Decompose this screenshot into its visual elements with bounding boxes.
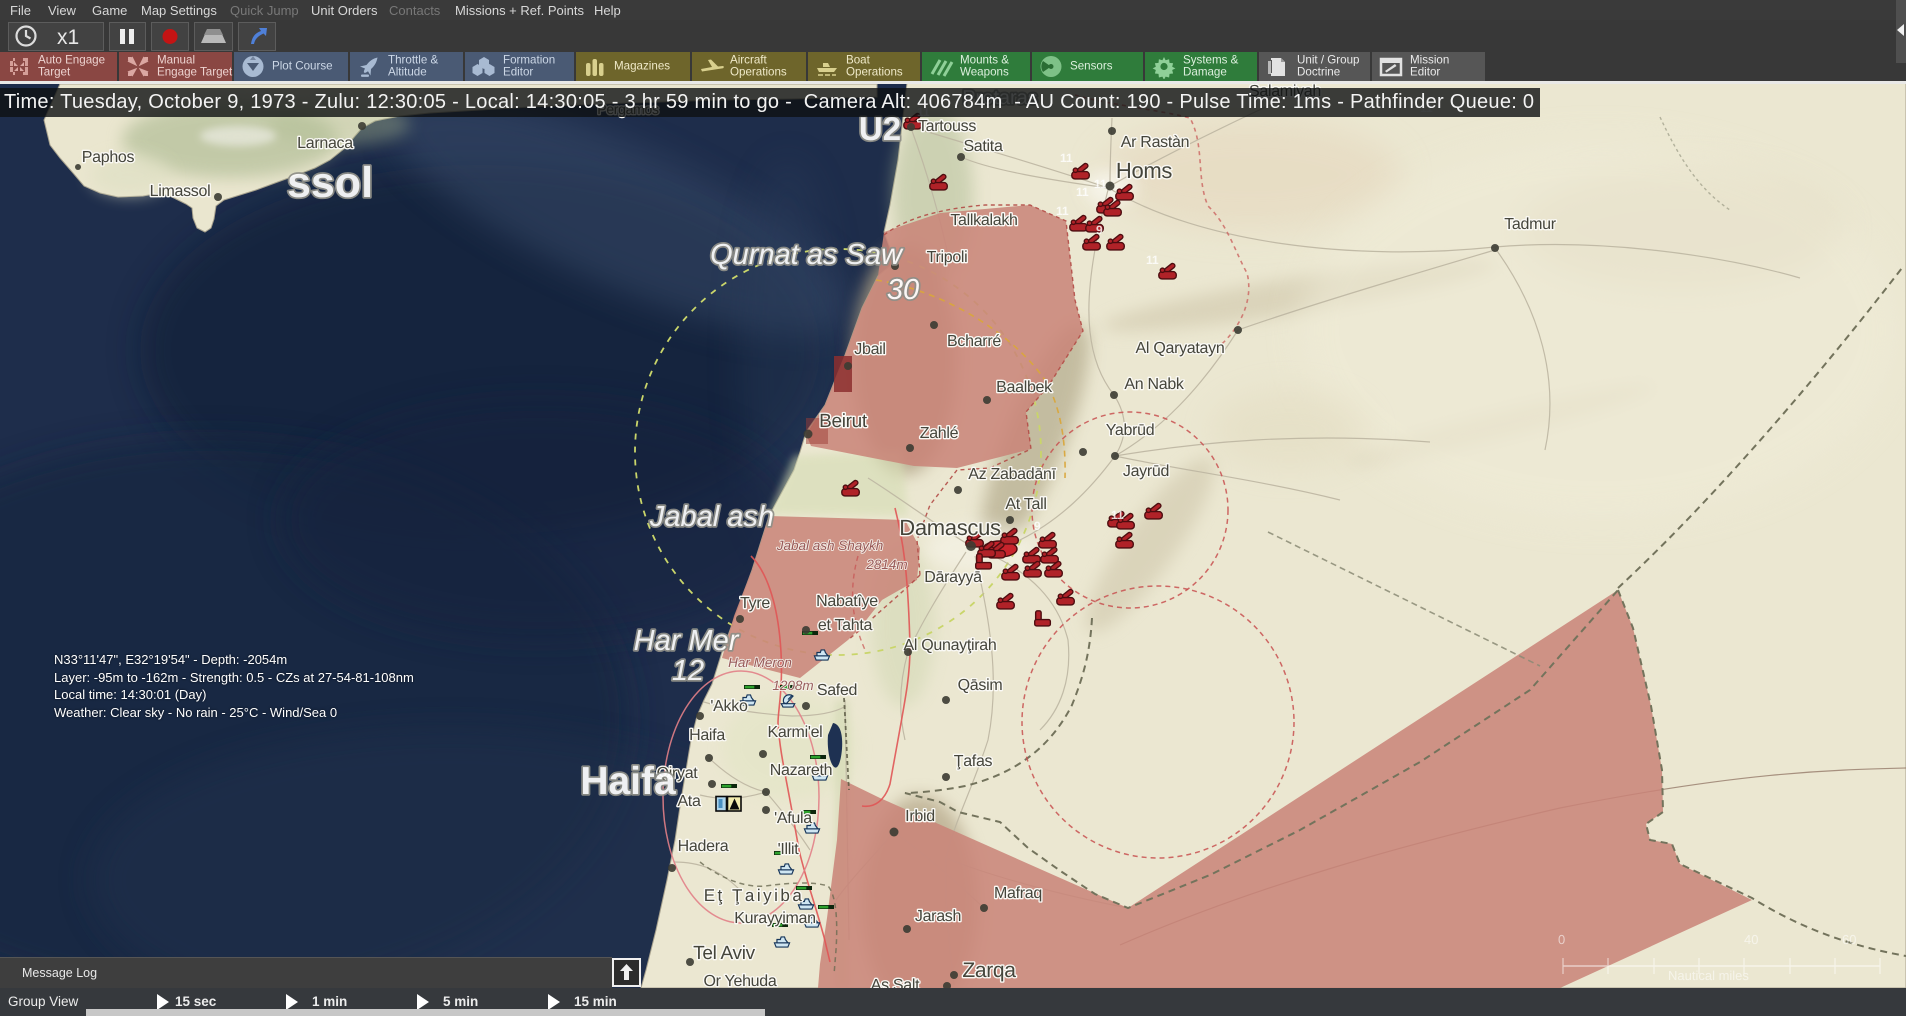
svg-text:Karmi'el: Karmi'el <box>768 724 823 741</box>
svg-text:Tadmur: Tadmur <box>1504 216 1557 233</box>
svg-text:9: 9 <box>1034 519 1041 533</box>
svg-text:Satita: Satita <box>963 138 1003 155</box>
svg-text:Nautical miles: Nautical miles <box>1668 968 1749 983</box>
svg-text:Baalbek: Baalbek <box>996 379 1053 396</box>
svg-text:9: 9 <box>1096 223 1103 237</box>
svg-text:Haifa: Haifa <box>689 727 725 744</box>
svg-text:Eţ Ţaiyiba: Eţ Ţaiyiba <box>704 886 805 905</box>
svg-text:Larnaca: Larnaca <box>297 135 353 152</box>
svg-text:x1: x1 <box>57 26 79 49</box>
svg-text:Bcharré: Bcharré <box>947 333 1001 350</box>
svg-text:'Illit: 'Illit <box>778 841 800 858</box>
svg-text:Tartouss: Tartouss <box>918 118 976 135</box>
svg-text:Jbail: Jbail <box>854 341 885 358</box>
svg-text:Dārayyā: Dārayyā <box>924 569 982 586</box>
svg-text:Mafraq: Mafraq <box>994 885 1042 902</box>
svg-text:Homs: Homs <box>1116 158 1173 183</box>
svg-text:60: 60 <box>1842 932 1856 947</box>
svg-text:12: 12 <box>672 655 704 687</box>
svg-text:1208m: 1208m <box>772 678 813 693</box>
svg-text:Tyre: Tyre <box>740 595 770 612</box>
svg-text:et Tahta: et Tahta <box>818 617 873 634</box>
svg-text:Har Mer: Har Mer <box>634 625 740 657</box>
svg-text:Har Meron: Har Meron <box>728 655 792 670</box>
svg-text:Jarash: Jarash <box>915 908 961 925</box>
svg-text:Beirut: Beirut <box>819 411 868 432</box>
svg-text:Zahlé: Zahlé <box>920 425 959 442</box>
svg-text:11: 11 <box>1111 508 1124 522</box>
svg-text:0: 0 <box>1558 932 1565 947</box>
svg-text:Safed: Safed <box>817 682 857 699</box>
svg-text:Yabrūd: Yabrūd <box>1106 422 1155 439</box>
svg-text:'Afula: 'Afula <box>774 810 812 827</box>
svg-text:An Nabk: An Nabk <box>1124 376 1185 393</box>
svg-text:Ar Rastàn: Ar Rastàn <box>1121 134 1189 151</box>
svg-text:Qāsim: Qāsim <box>958 677 1003 694</box>
svg-text:Nazareth: Nazareth <box>770 762 833 779</box>
svg-text:Hadera: Hadera <box>678 838 729 855</box>
svg-text:Ata: Ata <box>677 793 701 810</box>
svg-text:11: 11 <box>1094 177 1107 191</box>
svg-text:Tripoli: Tripoli <box>927 249 968 266</box>
svg-text:Jabal ash Shaykh: Jabal ash Shaykh <box>776 538 884 553</box>
svg-text:2814m: 2814m <box>865 557 907 572</box>
svg-text:11: 11 <box>1146 253 1159 267</box>
svg-text:30: 30 <box>887 274 919 306</box>
svg-text:11: 11 <box>1056 204 1069 218</box>
svg-text:Nabatîye: Nabatîye <box>816 593 878 610</box>
svg-text:Tallkalakh: Tallkalakh <box>950 212 1017 229</box>
svg-text:Limassol: Limassol <box>150 183 211 200</box>
svg-text:Tel Aviv: Tel Aviv <box>693 943 755 964</box>
svg-text:Al Qaryatayn: Al Qaryatayn <box>1136 340 1225 357</box>
svg-text:11: 11 <box>1076 185 1089 199</box>
svg-text:Haifa: Haifa <box>580 760 676 803</box>
svg-text:Jayrūd: Jayrūd <box>1123 463 1169 480</box>
svg-text:Al Qunayţirah: Al Qunayţirah <box>903 637 996 654</box>
svg-text:Qurnat as Saw: Qurnat as Saw <box>710 239 904 271</box>
svg-text:Ţafas: Ţafas <box>954 753 993 770</box>
svg-text:Jabal ash: Jabal ash <box>649 501 774 533</box>
svg-text:Kurayyiman: Kurayyiman <box>734 910 815 927</box>
svg-text:Zarqa: Zarqa <box>962 959 1016 982</box>
svg-text:40: 40 <box>1744 932 1758 947</box>
svg-text:Or Yehuda: Or Yehuda <box>704 973 777 988</box>
svg-text:As Salţ: As Salţ <box>871 977 920 988</box>
svg-text:11: 11 <box>1060 151 1073 165</box>
svg-text:Damascus: Damascus <box>899 515 1001 540</box>
svg-text:At Tall: At Tall <box>1005 496 1046 513</box>
svg-text:'Akko: 'Akko <box>710 698 748 715</box>
svg-text:ssol: ssol <box>287 159 373 207</box>
svg-text:Az Zabadānī: Az Zabadānī <box>968 466 1056 483</box>
svg-text:Irbid: Irbid <box>905 808 935 825</box>
svg-text:Paphos: Paphos <box>82 149 135 166</box>
